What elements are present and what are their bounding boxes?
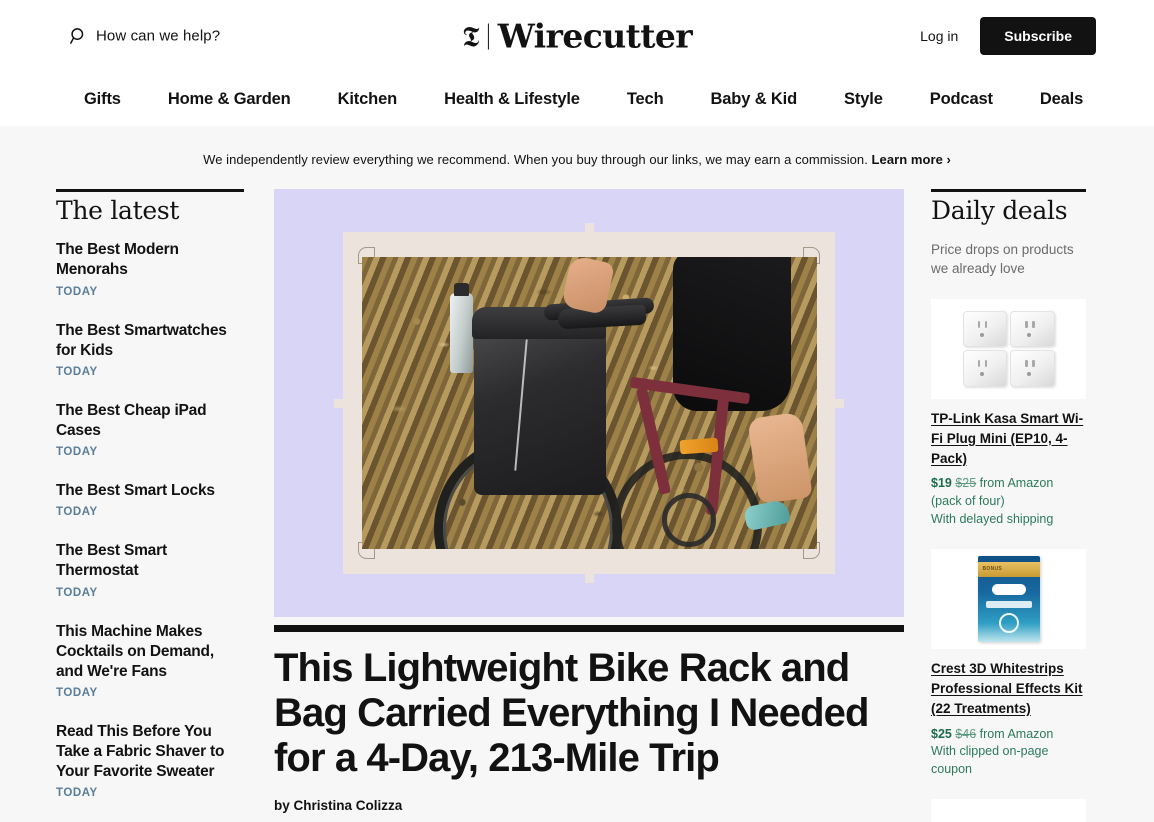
latest-item-title: The Best Modern Menorahs — [56, 241, 179, 279]
deal-title-link[interactable]: TP-Link Kasa Smart Wi-Fi Plug Mini (EP10… — [931, 411, 1083, 466]
list-item[interactable]: The Best Smart Thermostat TODAY — [56, 541, 244, 598]
latest-item-title: The Best Smartwatches for Kids — [56, 321, 227, 359]
latest-item-timestamp: TODAY — [56, 586, 98, 599]
page-body: We independently review everything we re… — [0, 126, 1154, 822]
latest-item-timestamp: TODAY — [56, 285, 98, 298]
crest-box-shape: BONUS — [977, 555, 1040, 642]
content-columns: The latest The Best Modern Menorahs TODA… — [0, 189, 1154, 822]
plug-grid — [962, 310, 1055, 387]
deals-subtitle: Price drops on products we already love — [931, 242, 1074, 277]
list-item[interactable]: TP-Link Kasa Smart Wi-Fi Plug Mini (EP10… — [931, 298, 1086, 529]
deals-heading: Daily deals — [931, 196, 1068, 225]
list-item[interactable]: The Best Modern Menorahs TODAY — [56, 240, 244, 297]
latest-item-timestamp: TODAY — [56, 365, 98, 378]
latest-item-timestamp: TODAY — [56, 686, 98, 699]
list-item[interactable]: The Best Smart Locks TODAY — [56, 481, 244, 518]
login-link[interactable]: Log in — [920, 28, 958, 44]
deal-note: With clipped on-page coupon — [931, 744, 1049, 777]
logo-divider — [487, 23, 489, 49]
plug-unit-shape — [1010, 350, 1055, 387]
plug-hole-shape — [979, 332, 984, 337]
list-item[interactable] — [931, 798, 1086, 822]
list-item[interactable]: The Best Smartwatches for Kids TODAY — [56, 321, 244, 378]
deal-price-current: $19 — [931, 476, 952, 491]
smart-plug-4-pack-image — [931, 298, 1086, 399]
plug-unit-shape — [962, 310, 1007, 348]
subscribe-button[interactable]: Subscribe — [980, 17, 1096, 55]
article-divider — [274, 625, 904, 632]
header-actions: Log in Subscribe — [920, 17, 1096, 55]
crest-whitestrips-box-image: BONUS — [931, 548, 1086, 649]
list-item[interactable]: Read This Before You Take a Fabric Shave… — [56, 722, 244, 799]
affiliate-disclosure: We independently review everything we re… — [0, 126, 1154, 189]
deal-price-original: $46 — [955, 726, 977, 741]
list-item[interactable]: BONUS Crest 3D Whitestrips Professional … — [931, 548, 1086, 779]
article-hero-image[interactable] — [274, 189, 904, 617]
latest-item-title: This Machine Makes Cocktails on Demand, … — [56, 622, 214, 680]
plug-hole-shape — [1027, 372, 1031, 377]
article-main: This Lightweight Bike Rack and Bag Carri… — [274, 189, 904, 813]
nav-item-home-and-garden[interactable]: Home & Garden — [168, 90, 291, 109]
crest-circle-shape — [998, 612, 1019, 633]
list-item[interactable]: This Machine Makes Cocktails on Demand, … — [56, 622, 244, 699]
logo-wordmark: Wirecutter — [497, 16, 693, 56]
search-label: How can we help? — [96, 27, 221, 45]
plug-unit-shape — [1010, 310, 1055, 348]
rack-bag-shape — [473, 323, 606, 495]
wirecutter-logo[interactable]: 𝕿 Wirecutter — [461, 16, 693, 56]
crest-logo-shape — [991, 583, 1026, 595]
appliance-image — [931, 798, 1086, 822]
chainring-shape — [661, 493, 716, 547]
rider-leg-shape — [746, 411, 813, 505]
daily-deals-sidebar: Daily deals Price drops on products we a… — [931, 189, 1086, 822]
latest-item-timestamp: TODAY — [56, 506, 98, 519]
latest-item-timestamp: TODAY — [56, 446, 98, 459]
crest-band-shape — [985, 600, 1032, 608]
latest-heading-block: The latest — [56, 189, 244, 224]
latest-item-title: The Best Cheap iPad Cases — [56, 401, 207, 439]
deals-heading-block: Daily deals — [931, 189, 1086, 224]
nav-item-tech[interactable]: Tech — [627, 90, 664, 109]
deal-price: $25 $46 from Amazon — [931, 726, 1086, 744]
primary-navigation: Gifts Home & Garden Kitchen Health & Lif… — [0, 72, 1154, 126]
nav-item-kitchen[interactable]: Kitchen — [338, 90, 398, 109]
nav-item-gifts[interactable]: Gifts — [84, 90, 121, 109]
search-icon — [70, 28, 87, 45]
deal-price-current: $25 — [931, 726, 952, 741]
latest-item-title: Read This Before You Take a Fabric Shave… — [56, 722, 225, 781]
nav-item-podcast[interactable]: Podcast — [930, 90, 993, 109]
nav-item-health-and-lifestyle[interactable]: Health & Lifestyle — [444, 90, 580, 109]
bike-rack-photo — [361, 257, 817, 549]
learn-more-link[interactable]: Learn more › — [872, 152, 951, 167]
deal-price-suffix: from Amazon — [976, 726, 1054, 741]
deal-title-link[interactable]: Crest 3D Whitestrips Professional Effect… — [931, 661, 1083, 716]
latest-item-title: The Best Smart Locks — [56, 482, 215, 500]
bonus-badge-label: BONUS — [982, 565, 1003, 572]
latest-item-title: The Best Smart Thermostat — [56, 542, 167, 580]
latest-heading: The latest — [56, 196, 180, 225]
reflector-shape — [679, 437, 718, 455]
bottle-cap-shape — [453, 283, 469, 296]
deal-note: With delayed shipping — [931, 511, 1054, 526]
latest-item-timestamp: TODAY — [56, 787, 98, 800]
deal-price: $19 $25 from Amazon (pack of four) — [931, 475, 1086, 511]
nav-item-deals[interactable]: Deals — [1040, 90, 1083, 109]
deal-price-original: $25 — [955, 476, 977, 491]
search-button[interactable]: How can we help? — [70, 28, 220, 45]
article-byline: by Christina Colizza — [274, 797, 403, 813]
stamp-frame — [334, 223, 844, 583]
nyt-t-logo-icon: 𝕿 — [461, 19, 480, 54]
site-header: How can we help? 𝕿 Wirecutter Log in Sub… — [0, 0, 1154, 72]
nav-item-baby-and-kid[interactable]: Baby & Kid — [711, 90, 798, 109]
disclosure-text: We independently review everything we re… — [203, 152, 868, 167]
nav-item-style[interactable]: Style — [844, 90, 883, 109]
plug-unit-shape — [962, 350, 1007, 387]
plug-hole-shape — [1027, 332, 1031, 337]
list-item[interactable]: The Best Cheap iPad Cases TODAY — [56, 401, 244, 458]
plug-hole-shape — [979, 372, 984, 377]
page-title: This Lightweight Bike Rack and Bag Carri… — [274, 646, 869, 781]
latest-sidebar: The latest The Best Modern Menorahs TODA… — [56, 189, 244, 822]
bonus-badge: BONUS — [977, 561, 1040, 577]
water-bottle-shape — [449, 293, 473, 373]
